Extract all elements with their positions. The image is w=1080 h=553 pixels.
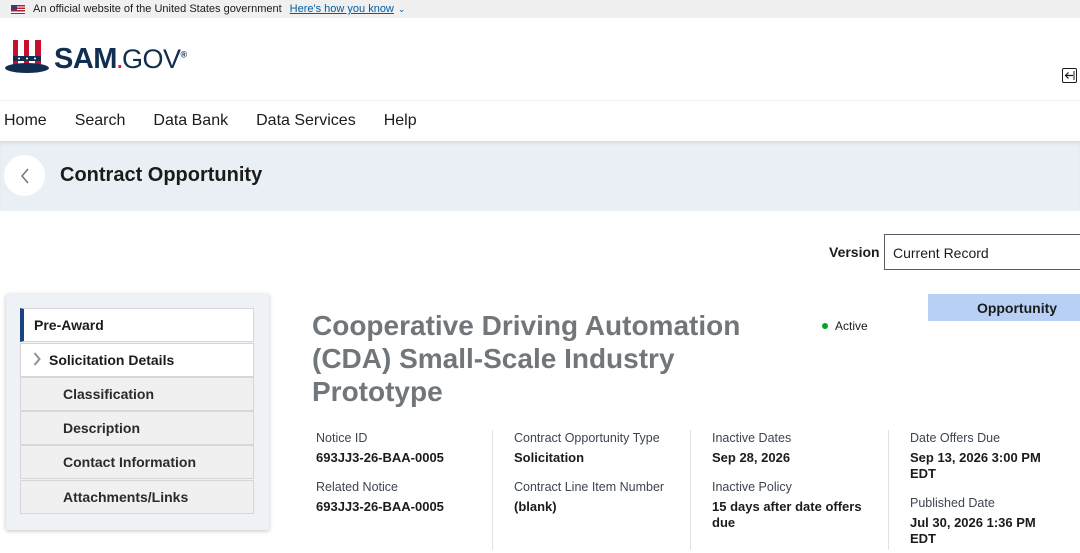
- sidebar-nav: Pre-Award Solicitation Details Classific…: [6, 294, 269, 530]
- sidebar-item-label: Contact Information: [63, 454, 196, 470]
- published-date-value: Jul 30, 2026 1:36 PM EDT: [910, 515, 1036, 546]
- main-nav: Home Search Data Bank Data Services Help: [0, 100, 1080, 141]
- notice-id-value: 693JJ3-26-BAA-0005: [316, 450, 444, 465]
- sam-gov-logo[interactable]: SAM.GOV®: [4, 38, 187, 74]
- us-flag-icon: [11, 4, 25, 14]
- chevron-down-icon[interactable]: ⌄: [398, 4, 406, 15]
- nav-data-bank[interactable]: Data Bank: [139, 112, 242, 130]
- logo-wordmark: SAM.GOV®: [54, 43, 187, 75]
- related-notice-label: Related Notice: [316, 480, 398, 494]
- page-title: Contract Opportunity: [60, 164, 263, 186]
- sidebar-item-label: Solicitation Details: [49, 352, 175, 368]
- status-text: Active: [835, 319, 868, 333]
- column-divider: [888, 430, 889, 550]
- nav-home[interactable]: Home: [0, 112, 61, 130]
- sidebar-item-pre-award[interactable]: Pre-Award: [20, 308, 254, 342]
- status-badge: Active: [822, 319, 868, 333]
- date-offers-due-label: Date Offers Due: [910, 431, 1001, 445]
- version-select[interactable]: Current Record: [884, 234, 1080, 270]
- opportunity-type-label: Contract Opportunity Type: [514, 431, 660, 445]
- collapse-panel-icon[interactable]: [1062, 68, 1077, 83]
- chevron-right-icon: [33, 352, 41, 366]
- date-offers-due-value: Sep 13, 2026 3:00 PM EDT: [910, 450, 1041, 481]
- nav-help[interactable]: Help: [370, 112, 431, 130]
- sidebar-item-label: Pre-Award: [34, 317, 104, 333]
- clin-value: (blank): [514, 499, 557, 514]
- inactive-policy-value: 15 days after date offers due: [712, 499, 862, 530]
- uncle-sam-hat-icon: [5, 40, 49, 73]
- gov-banner: An official website of the United States…: [0, 0, 1080, 18]
- chevron-left-icon: [20, 168, 29, 183]
- version-label: Version: [829, 244, 880, 260]
- column-divider: [690, 430, 691, 550]
- status-dot-icon: [822, 323, 828, 329]
- sidebar-item-label: Classification: [63, 386, 155, 402]
- inactive-policy-label: Inactive Policy: [712, 480, 792, 494]
- sidebar-item-description[interactable]: Description: [20, 411, 254, 445]
- nav-search[interactable]: Search: [61, 112, 140, 130]
- notice-id-label: Notice ID: [316, 431, 368, 445]
- published-date-label: Published Date: [910, 496, 995, 510]
- page-header: Contract Opportunity: [0, 141, 1080, 211]
- site-header: SAM.GOV®: [0, 18, 1080, 100]
- opportunity-type-value: Solicitation: [514, 450, 585, 465]
- related-notice-value: 693JJ3-26-BAA-0005: [316, 499, 444, 514]
- gov-banner-text: An official website of the United States…: [33, 3, 282, 15]
- inactive-dates-value: Sep 28, 2026: [712, 450, 791, 465]
- heres-how-you-know-link[interactable]: Here's how you know: [290, 3, 394, 15]
- nav-data-services[interactable]: Data Services: [242, 112, 370, 130]
- sidebar-item-attachments-links[interactable]: Attachments/Links: [20, 480, 254, 514]
- back-button[interactable]: [4, 155, 45, 196]
- clin-label: Contract Line Item Number: [514, 480, 665, 494]
- sidebar-item-label: Attachments/Links: [63, 489, 189, 505]
- opportunity-title: Cooperative Driving Automation (CDA) Sma…: [312, 310, 741, 407]
- sidebar-item-label: Description: [63, 420, 141, 436]
- column-divider: [492, 430, 493, 550]
- sidebar-item-contact-information[interactable]: Contact Information: [20, 445, 254, 479]
- inactive-dates-label: Inactive Dates: [712, 431, 792, 445]
- opportunity-tab[interactable]: Opportunity: [928, 294, 1080, 321]
- sidebar-item-solicitation-details[interactable]: Solicitation Details: [20, 343, 254, 377]
- sidebar-item-classification[interactable]: Classification: [20, 377, 254, 411]
